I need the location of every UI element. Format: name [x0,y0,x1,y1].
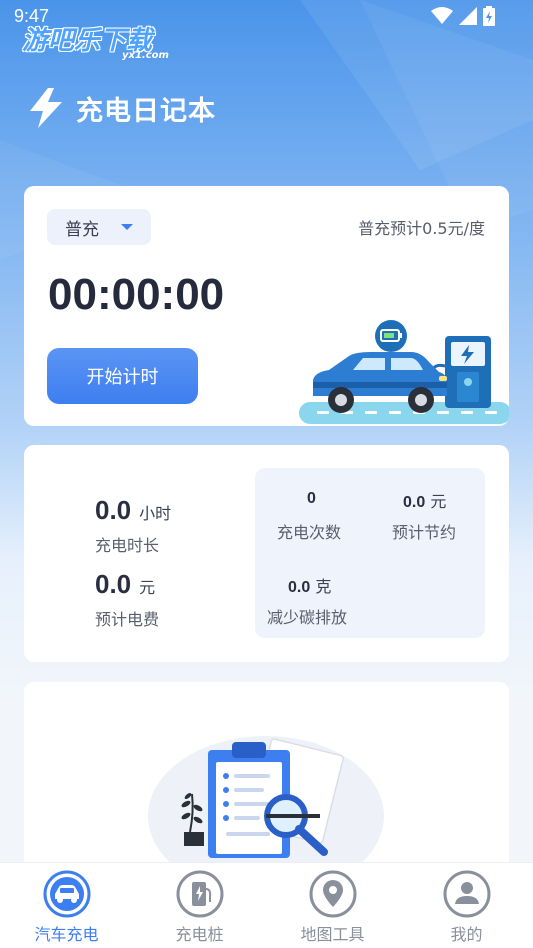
stat-duration: 0.0 小时 充电时长 [95,495,171,556]
tab-mine-label: 我的 [450,925,483,944]
charging-pile-icon [176,870,223,918]
stat-saving-unit: 元 [430,492,447,511]
tab-car-charging-label: 汽车充电 [34,925,99,944]
bottom-tab-bar: 汽车充电 充电桩 地图工具 我的 [0,862,533,948]
map-pin-icon [309,870,356,918]
stat-carbon-unit: 克 [315,577,332,596]
tab-car-charging[interactable]: 汽车充电 [0,863,133,948]
stat-saving-label: 预计节约 [392,523,457,542]
lightning-icon [30,88,62,128]
tab-charging-pile[interactable]: 充电桩 [133,863,266,948]
summary-panel: 0 充电次数 0.0 元 预计节约 0.0 克 减少碳排放 [255,468,485,638]
timer-card: 普充 普充预计0.5元/度 00:00:00 开始计时 [24,186,509,426]
records-card [24,682,509,882]
stat-cost-label: 预计电费 [95,610,160,629]
stat-count-label: 充电次数 [277,523,342,542]
stat-duration-value: 0.0 [95,495,132,525]
tab-map-tools-label: 地图工具 [300,925,365,944]
timer-display: 00:00:00 [48,270,225,319]
stat-count-value-wrap: 0 [307,488,316,508]
tab-charging-pile-label: 充电桩 [175,925,224,944]
stat-duration-unit: 小时 [139,504,172,523]
tab-mine[interactable]: 我的 [400,863,533,948]
page-header: 充电日记本 [28,88,216,128]
car-charging-illustration [299,320,509,424]
stat-cost: 0.0 元 预计电费 [95,569,159,630]
stat-saving-value: 0.0 [403,494,426,511]
stat-duration-label: 充电时长 [95,536,160,555]
battery-icon [483,6,495,26]
watermark-sub: yx1.com [122,50,169,61]
signal-icon [459,7,477,25]
wifi-icon [431,7,453,24]
tab-map-tools[interactable]: 地图工具 [266,863,399,948]
watermark-logo: 游吧乐下载 yx1.com [22,20,169,61]
page-title: 充电日记本 [76,95,216,127]
empty-records-illustration [148,736,384,882]
chevron-down-icon [121,224,133,230]
car-icon [43,870,90,918]
stat-count-value: 0 [307,490,316,507]
mode-label: 普充 [65,219,99,240]
stat-carbon-value-wrap: 0.0 克 [288,573,331,597]
stat-cost-unit: 元 [139,578,156,597]
stat-cost-value: 0.0 [95,569,132,599]
status-icons [431,6,495,26]
stat-carbon-label: 减少碳排放 [267,608,348,627]
stat-saving-value-wrap: 0.0 元 [403,488,446,512]
user-icon [443,870,490,918]
stats-card: 0.0 小时 充电时长 0.0 元 预计电费 0 充电次数 0.0 元 预计节约… [24,445,509,662]
mode-dropdown[interactable]: 普充 [47,209,151,245]
start-timing-button[interactable]: 开始计时 [47,348,198,404]
rate-text: 普充预计0.5元/度 [358,219,485,238]
stat-carbon-value: 0.0 [288,579,311,596]
